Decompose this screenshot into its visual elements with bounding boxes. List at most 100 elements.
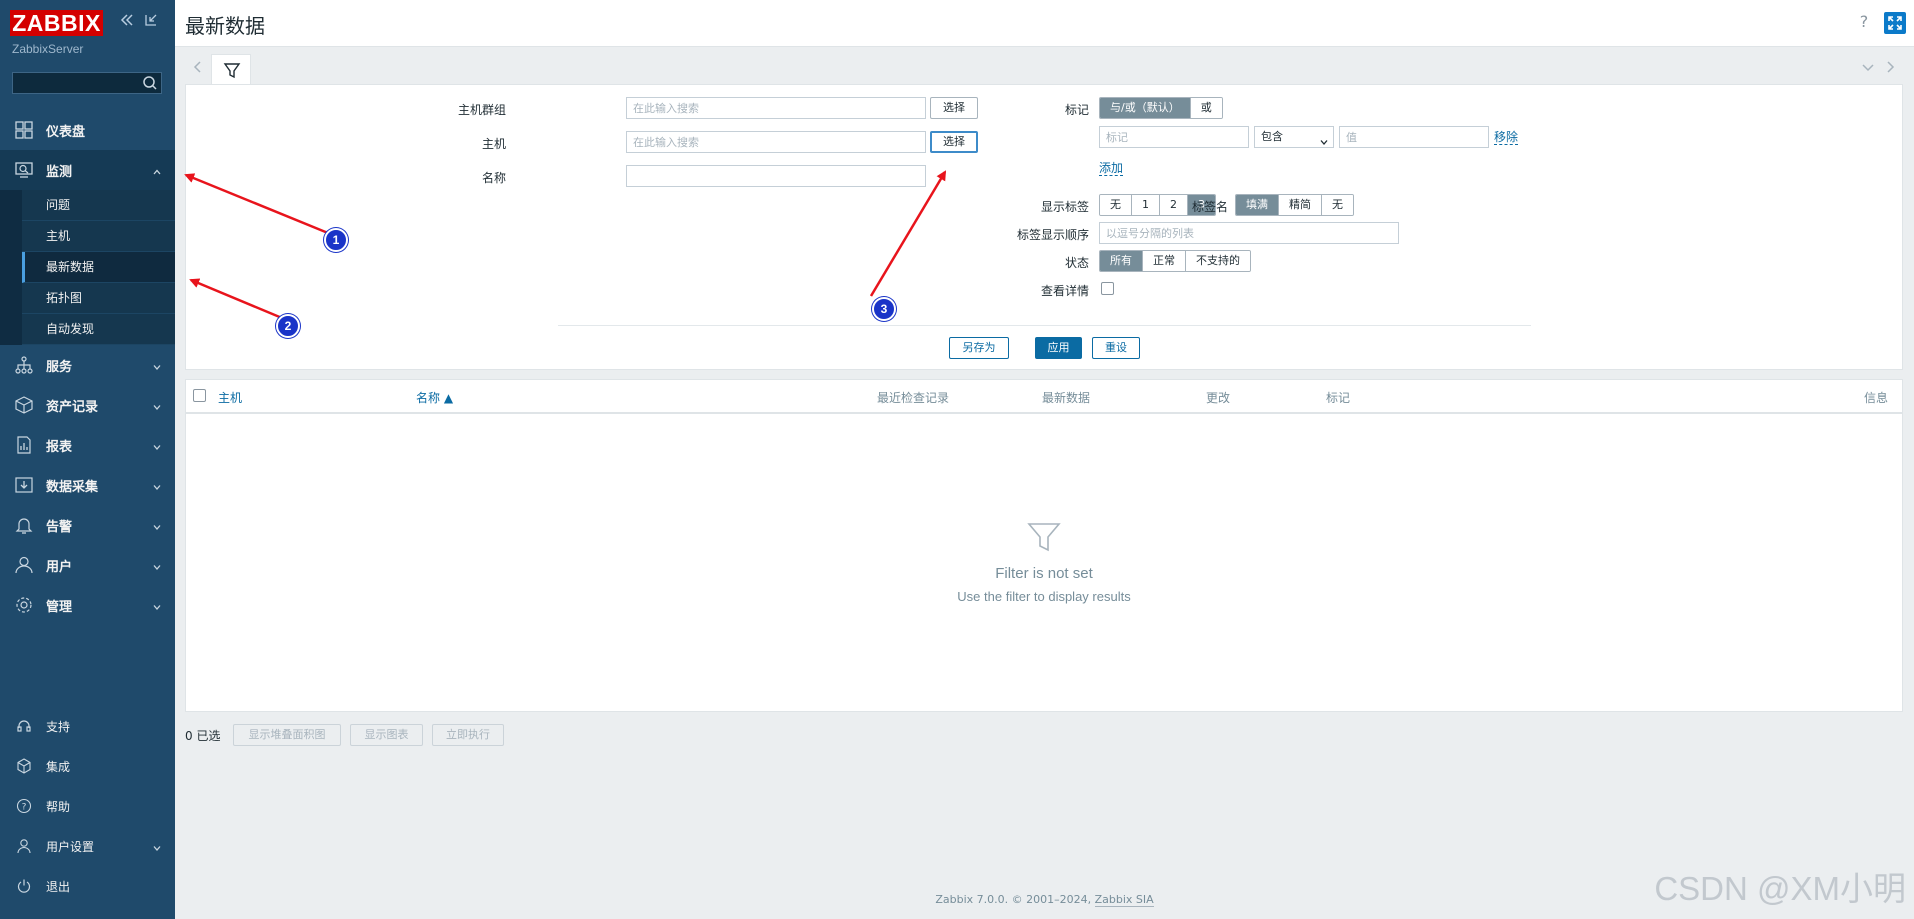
chevron-down-icon [153, 520, 161, 530]
chevron-right-icon[interactable] [1883, 60, 1897, 74]
nav-services[interactable]: 服务 [0, 345, 175, 385]
state-toggle[interactable]: 所有 正常 不支持的 [1099, 250, 1251, 272]
monitoring-icon [14, 160, 34, 180]
state-normal[interactable]: 正常 [1143, 251, 1186, 271]
submenu-hosts[interactable]: 主机 [22, 221, 175, 252]
empty-state-subtitle: Use the filter to display results [957, 589, 1131, 604]
apply-button[interactable]: 应用 [1035, 337, 1082, 359]
dashboard-icon [14, 120, 34, 140]
main-nav: 仪表盘 监测 问题 主机 最新数据 拓扑图 自动发现 服务 资产记录 报表 数据… [0, 110, 175, 625]
column-name[interactable]: 名称 ▲ [416, 389, 453, 406]
sidebar-search[interactable] [12, 72, 162, 94]
user-icon [14, 555, 34, 575]
table-header: 主机 名称 ▲ 最近检查记录 最新数据 更改 标记 信息 [186, 380, 1902, 414]
tag-name-format-toggle[interactable]: 填满 精简 无 [1235, 194, 1354, 216]
sidebar-search-input[interactable] [13, 73, 145, 93]
tag-name-full[interactable]: 填满 [1236, 195, 1279, 215]
page-title: 最新数据 [185, 16, 265, 38]
column-info: 信息 [1863, 391, 1888, 405]
submenu-discovery[interactable]: 自动发现 [22, 314, 175, 345]
nav-help[interactable]: ? 帮助 [0, 786, 175, 826]
tags-eval-or[interactable]: 或 [1190, 98, 1222, 118]
monitoring-submenu: 问题 主机 最新数据 拓扑图 自动发现 [0, 190, 175, 345]
nav-alerts[interactable]: 告警 [0, 505, 175, 545]
help-button[interactable]: ? [1854, 12, 1874, 32]
filter-icon [1026, 520, 1062, 554]
nav-support[interactable]: 支持 [0, 706, 175, 746]
host-groups-select-button[interactable]: 选择 [930, 97, 978, 119]
chevron-left-icon[interactable] [191, 60, 205, 74]
nav-monitoring[interactable]: 监测 [0, 150, 175, 190]
show-graph-button[interactable]: 显示图表 [350, 724, 423, 746]
collapse-sidebar-icon[interactable] [118, 12, 136, 30]
reports-icon [14, 435, 34, 455]
show-tags-1[interactable]: 1 [1132, 195, 1160, 215]
tag-value-input[interactable] [1339, 126, 1489, 148]
nav-integrations[interactable]: 集成 [0, 746, 175, 786]
reset-button[interactable]: 重设 [1092, 337, 1140, 359]
state-all[interactable]: 所有 [1100, 251, 1143, 271]
name-input[interactable] [626, 165, 926, 187]
filter-tabs [185, 54, 1905, 86]
bottom-nav: 支持 集成 ? 帮助 用户设置 退出 [0, 706, 175, 906]
add-tag-link[interactable]: 添加 [1099, 161, 1124, 176]
show-details-checkbox[interactable] [1101, 282, 1114, 295]
submenu-latest-data[interactable]: 最新数据 [22, 252, 175, 283]
show-tags-none[interactable]: 无 [1100, 195, 1132, 215]
remove-tag-link[interactable]: 移除 [1494, 130, 1519, 145]
nav-label: 集成 [46, 759, 71, 774]
chevron-down-icon [153, 841, 161, 851]
state-unsupported[interactable]: 不支持的 [1186, 251, 1250, 271]
hosts-select-button[interactable]: 选择 [930, 131, 978, 153]
footer-link[interactable]: Zabbix SIA [1094, 893, 1154, 907]
host-groups-input[interactable] [626, 97, 926, 119]
hosts-input[interactable] [626, 131, 926, 153]
zabbix-logo[interactable]: ZABBIX [10, 10, 103, 36]
tag-name-none[interactable]: 无 [1322, 195, 1353, 215]
nav-administration[interactable]: 管理 [0, 585, 175, 625]
submenu-problems[interactable]: 问题 [22, 190, 175, 221]
save-as-button[interactable]: 另存为 [949, 337, 1009, 359]
nav-label: 服务 [46, 358, 73, 374]
chevron-down-icon[interactable] [1861, 60, 1875, 74]
tag-priority-input[interactable] [1099, 222, 1399, 244]
nav-reports[interactable]: 报表 [0, 425, 175, 465]
column-last-value: 最新数据 [1042, 391, 1091, 405]
chevron-down-icon [1320, 133, 1328, 145]
hide-sidebar-icon[interactable] [142, 12, 160, 30]
tag-operator-select[interactable]: 包含 [1254, 126, 1334, 148]
nav-label: 资产记录 [46, 398, 99, 414]
nav-user-settings[interactable]: 用户设置 [0, 826, 175, 866]
fullscreen-button[interactable] [1884, 12, 1906, 34]
nav-label: 用户设置 [46, 839, 95, 854]
execute-now-button[interactable]: 立即执行 [432, 724, 504, 746]
tags-eval-toggle[interactable]: 与/或（默认） 或 [1099, 97, 1223, 119]
tab-filter[interactable] [211, 54, 251, 86]
nav-users[interactable]: 用户 [0, 545, 175, 585]
submenu-maps[interactable]: 拓扑图 [22, 283, 175, 314]
chevron-down-icon [153, 600, 161, 610]
chevron-down-icon [153, 400, 161, 410]
watermark: CSDN @XM小明 [1654, 870, 1906, 907]
nav-data-collection[interactable]: 数据采集 [0, 465, 175, 505]
search-icon[interactable] [141, 74, 159, 92]
select-all-checkbox[interactable] [193, 389, 206, 402]
show-details-label: 查看详情 [1040, 284, 1089, 298]
user-settings-icon [16, 838, 32, 854]
column-change: 更改 [1206, 391, 1231, 405]
nav-label: 数据采集 [46, 478, 99, 494]
show-tags-label: 显示标签 [1040, 200, 1089, 214]
nav-sign-out[interactable]: 退出 [0, 866, 175, 906]
headset-icon [16, 718, 32, 734]
tag-name-input[interactable] [1099, 126, 1249, 148]
column-last-check: 最近检查记录 [877, 391, 950, 405]
nav-label: 监测 [46, 163, 73, 179]
nav-dashboard[interactable]: 仪表盘 [0, 110, 175, 150]
nav-inventory[interactable]: 资产记录 [0, 385, 175, 425]
inventory-icon [14, 395, 34, 415]
show-stacked-graph-button[interactable]: 显示堆叠面积图 [233, 724, 341, 746]
tag-name-short[interactable]: 精简 [1279, 195, 1322, 215]
svg-text:?: ? [22, 803, 27, 813]
tags-eval-andor[interactable]: 与/或（默认） [1100, 98, 1191, 118]
column-host[interactable]: 主机 [218, 389, 242, 406]
